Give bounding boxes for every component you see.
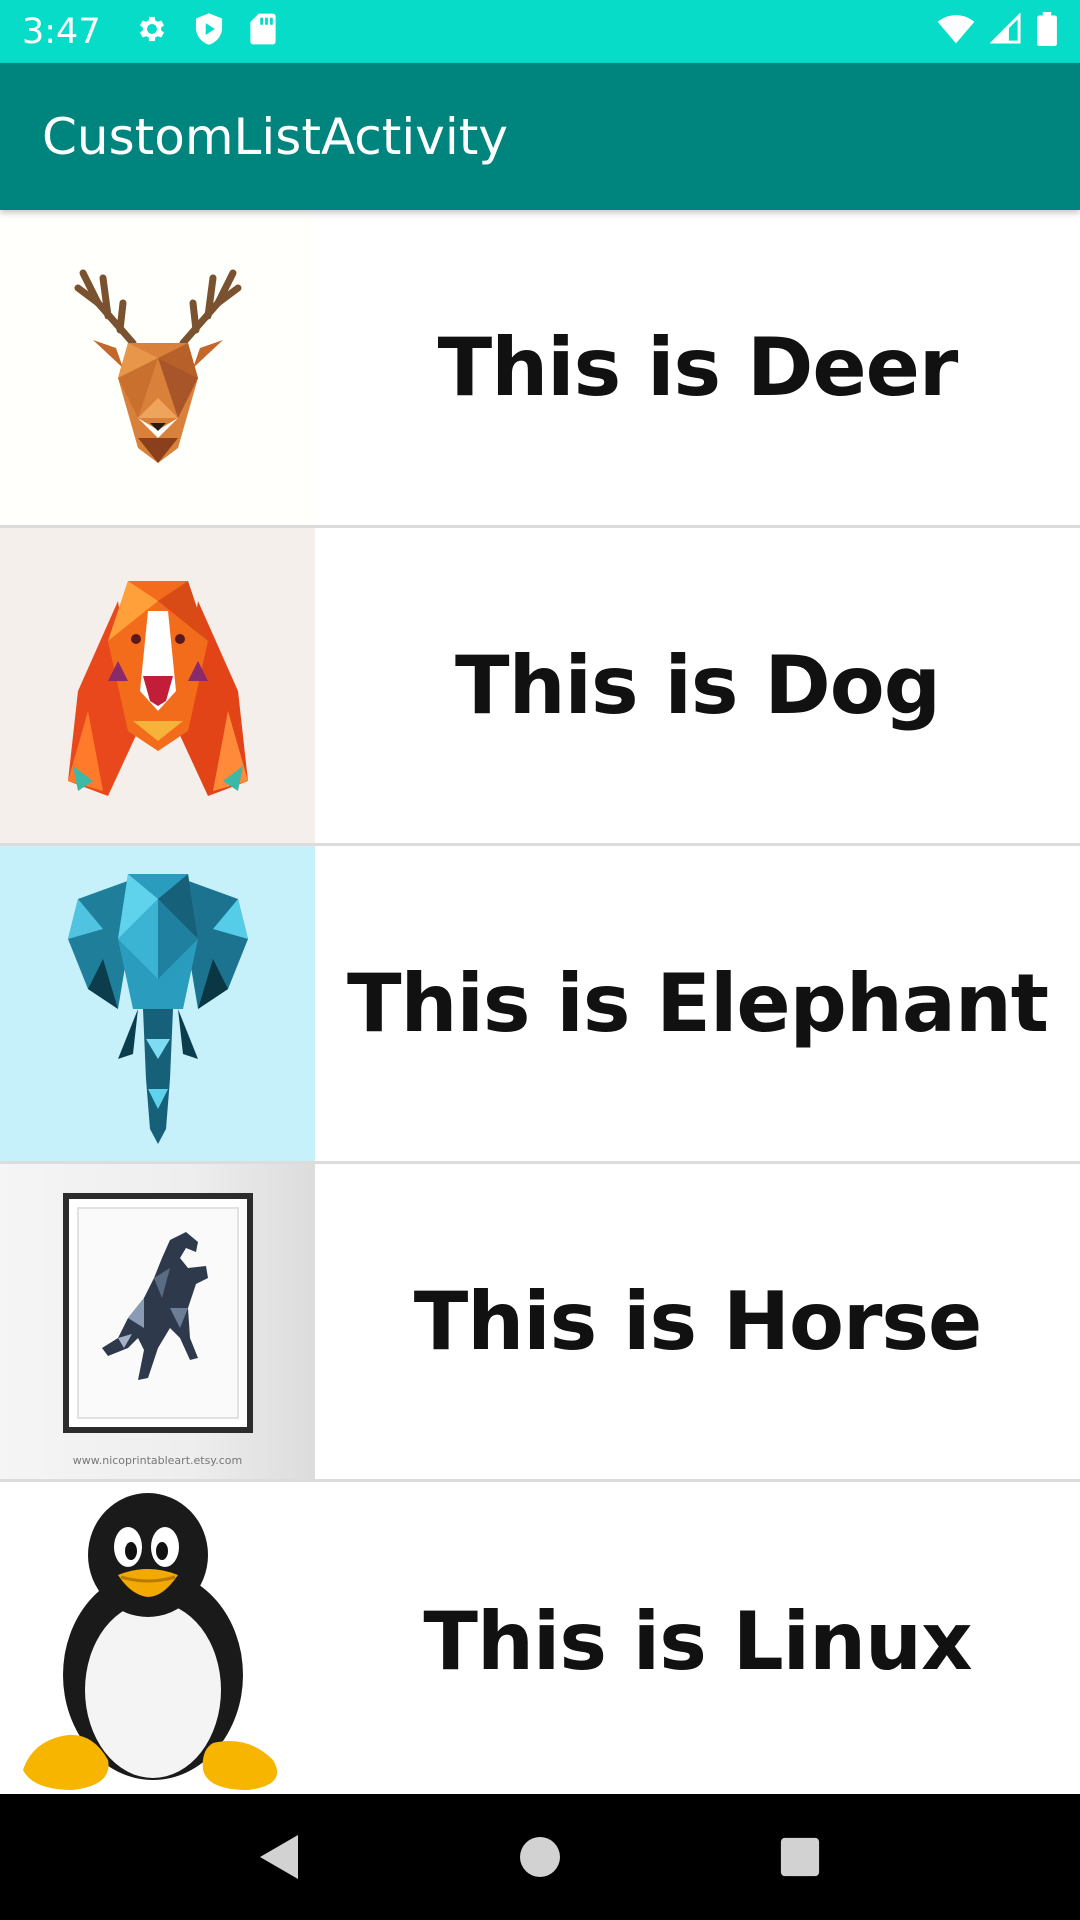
home-icon[interactable]	[495, 1812, 585, 1902]
dog-image	[0, 528, 315, 843]
elephant-image	[0, 846, 315, 1161]
wifi-icon	[936, 13, 976, 50]
battery-icon	[1036, 12, 1058, 51]
app-bar: CustomListActivity	[0, 63, 1080, 210]
recents-icon[interactable]	[755, 1812, 845, 1902]
image-caption: www.nicoprintableart.etsy.com	[72, 1454, 243, 1467]
list-item-label: This is Horse	[413, 1275, 983, 1368]
status-icons-left	[135, 12, 277, 51]
list-item-label: This is Elephant	[346, 957, 1049, 1050]
nav-bar	[0, 1794, 1080, 1920]
list-item-dog[interactable]: This is Dog	[0, 528, 1080, 846]
list-item-linux[interactable]: This is Linux	[0, 1482, 1080, 1800]
app-title: CustomListActivity	[42, 107, 508, 166]
shield-play-icon	[193, 12, 225, 51]
list-item-label: This is Linux	[423, 1594, 972, 1688]
status-time: 3:47	[22, 11, 101, 52]
sd-card-icon	[249, 12, 277, 51]
status-right	[936, 12, 1058, 51]
status-left: 3:47	[22, 12, 277, 52]
back-icon[interactable]	[235, 1812, 325, 1902]
list-item-label: This is Dog	[455, 639, 941, 732]
status-bar: 3:47	[0, 0, 1080, 63]
deer-image	[0, 210, 315, 525]
cellular-signal-icon	[989, 12, 1022, 50]
screen: 3:47 CustomListActivity This is Deer Thi…	[0, 0, 1080, 1920]
settings-gear-icon	[135, 12, 169, 51]
linux-penguin-image	[0, 1482, 315, 1797]
list-item-deer[interactable]: This is Deer	[0, 210, 1080, 528]
list-item-elephant[interactable]: This is Elephant	[0, 846, 1080, 1164]
list-item-horse[interactable]: www.nicoprintableart.etsy.com This is Ho…	[0, 1164, 1080, 1482]
horse-image: www.nicoprintableart.etsy.com	[0, 1164, 315, 1479]
list-item-label: This is Deer	[437, 321, 959, 414]
custom-list[interactable]: This is Deer This is Dog This is Elephan…	[0, 210, 1080, 1800]
